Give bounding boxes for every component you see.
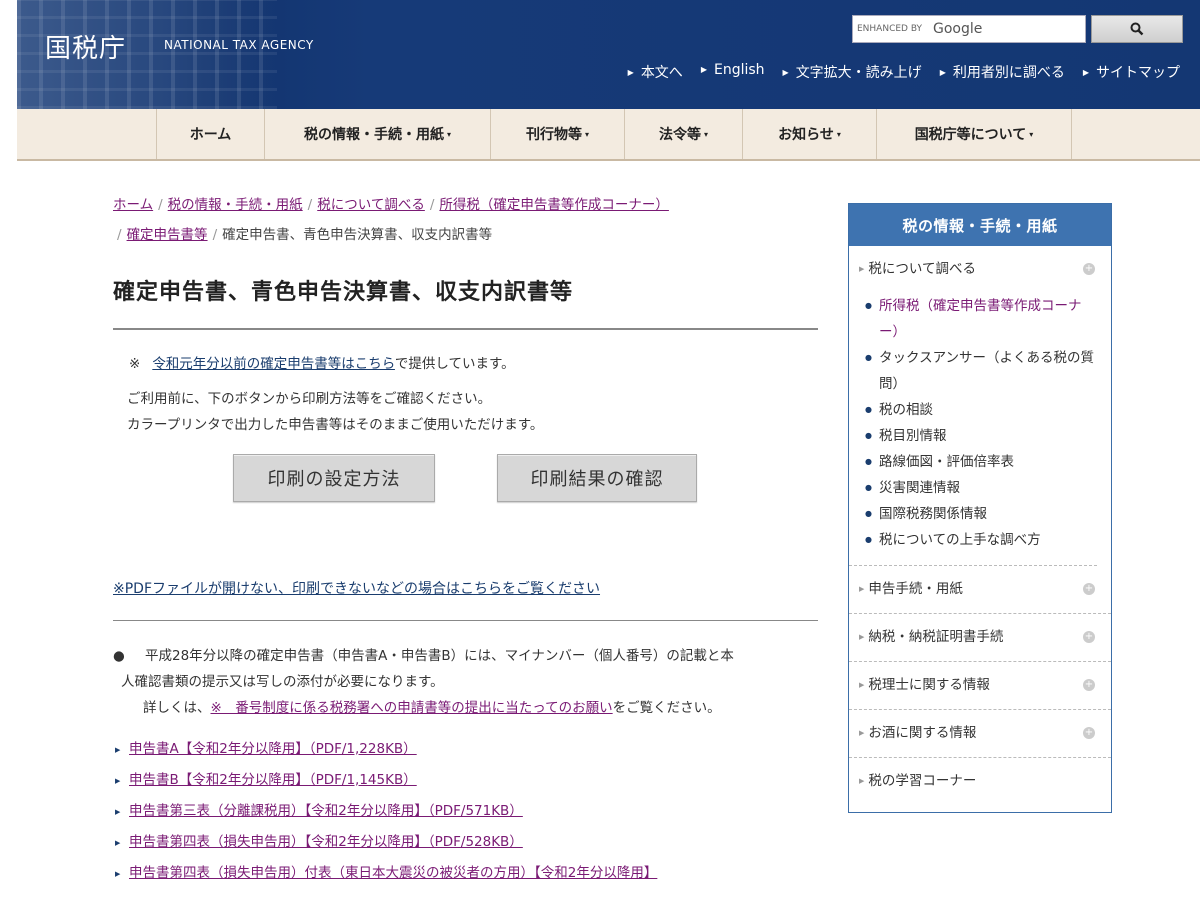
gnav-about[interactable]: 国税庁等について ▾: [877, 109, 1072, 159]
chevron-down-icon: ▾: [703, 129, 708, 139]
expand-icon: +: [1083, 727, 1095, 739]
sidebar-item-disaster[interactable]: 災害関連情報: [865, 475, 1097, 501]
sidebar-item-income-tax[interactable]: 所得税（確定申告書等作成コーナー）: [865, 293, 1097, 345]
usage-line-1: ご利用前に、下のボタンから印刷方法等をご確認ください。: [127, 391, 492, 407]
breadcrumb-separator: /: [429, 197, 435, 213]
sidebar-section-label: 税理士に関する情報: [859, 662, 1097, 709]
usage-note: ご利用前に、下のボタンから印刷方法等をご確認ください。 カラープリンタで出力した…: [127, 386, 818, 438]
util-link-by-user[interactable]: 利用者別に調べる: [940, 62, 1065, 82]
prior-year-note: ※ 令和元年分以前の確定申告書等はこちらで提供しています。: [129, 352, 818, 372]
sidebar-item-rosenka[interactable]: 路線価図・評価倍率表: [865, 449, 1097, 475]
mynumber-link[interactable]: ※ 番号制度に係る税務署への申請書等の提出に当たってのお願い: [211, 700, 613, 716]
global-nav: ホーム 税の情報・手続・用紙 ▾ 刊行物等 ▾ 法令等 ▾ お知らせ ▾ 国税庁等につい…: [17, 109, 1200, 161]
mynumber-line-2: 人確認書類の提示又は写しの添付が必要になります。: [121, 674, 444, 690]
sidebar-section-research[interactable]: 税について調べる +: [849, 246, 1111, 293]
file-link-form-4[interactable]: 申告書第四表（損失申告用）【令和2年分以降用】（PDF/528KB）: [129, 834, 523, 850]
mynumber-prefix: 詳しくは、: [143, 700, 211, 716]
mynumber-line-1: 平成28年分以降の確定申告書（申告書A・申告書B）には、マイナンバー（個人番号）…: [145, 648, 734, 664]
sidebar-section-payment[interactable]: 納税・納税証明書手続 +: [849, 614, 1111, 662]
gnav-tax-info[interactable]: 税の情報・手続・用紙 ▾: [265, 109, 491, 159]
sidebar-section-label: 申告手続・用紙: [859, 566, 1097, 613]
breadcrumb-home[interactable]: ホーム: [113, 197, 153, 213]
list-item: 申告書A【令和2年分以降用】（PDF/1,228KB）: [113, 737, 818, 768]
print-settings-button[interactable]: 印刷の設定方法: [233, 454, 435, 502]
search-brand-label: Google: [933, 21, 983, 37]
chevron-down-icon: ▾: [584, 129, 589, 139]
search-button[interactable]: [1091, 15, 1183, 43]
chevron-down-icon: ▾: [836, 129, 841, 139]
file-link-form-b[interactable]: 申告書B【令和2年分以降用】（PDF/1,145KB）: [129, 772, 417, 788]
site-logo-english: NATIONAL TAX AGENCY: [164, 38, 314, 52]
breadcrumb-separator: /: [117, 227, 122, 243]
chevron-down-icon: ▾: [446, 129, 451, 139]
prior-year-link[interactable]: 令和元年分以前の確定申告書等はこちら: [152, 356, 395, 372]
list-item: 申告書B【令和2年分以降用】（PDF/1,145KB）: [113, 768, 818, 799]
expand-icon: +: [1083, 583, 1095, 595]
sidebar-title: 税の情報・手続・用紙: [849, 204, 1111, 246]
sidebar-section-label: 納税・納税証明書手続: [859, 614, 1097, 661]
file-link-form-3[interactable]: 申告書第三表（分離課税用）【令和2年分以降用】（PDF/571KB）: [129, 803, 523, 819]
breadcrumb-income-tax[interactable]: 所得税（確定申告書等作成コーナー）: [439, 197, 669, 213]
mynumber-line-3: 詳しくは、※ 番号制度に係る税務署への申請書等の提出に当たってのお願いをご覧くだ…: [121, 695, 818, 721]
usage-line-2: カラープリンタで出力した申告書等はそのままご使用いただけます。: [127, 417, 544, 433]
sidebar-section-label: 税の学習コーナー: [859, 758, 1097, 805]
expand-icon: +: [1083, 679, 1095, 691]
breadcrumb-current: 確定申告書、青色申告決算書、収支内訳書等: [222, 227, 493, 243]
sidebar-section-label: お酒に関する情報: [859, 710, 1097, 757]
sidebar-section-learning[interactable]: 税の学習コーナー: [849, 758, 1111, 805]
sidebar-item-consultation[interactable]: 税の相談: [865, 397, 1097, 423]
list-item: 申告書第四表（損失申告用）【令和2年分以降用】（PDF/528KB）: [113, 830, 818, 861]
pdf-help: ※PDFファイルが開けない、印刷できないなどの場合はこちらをご覧ください: [113, 578, 818, 621]
sidebar-sublist: 所得税（確定申告書等作成コーナー） タックスアンサー（よくある税の質問） 税の相…: [849, 293, 1097, 566]
mynumber-suffix: をご覧ください。: [612, 700, 721, 716]
note-mark: ※: [129, 356, 141, 372]
sidebar-item-tax-answer[interactable]: タックスアンサー（よくある税の質問）: [865, 345, 1097, 397]
site-logo[interactable]: 国税庁: [45, 28, 126, 65]
page-title: 確定申告書、青色申告決算書、収支内訳書等: [113, 274, 818, 330]
sidebar-section-accountant[interactable]: 税理士に関する情報 +: [849, 662, 1111, 710]
sidebar-section-filing[interactable]: 申告手続・用紙 +: [849, 566, 1111, 614]
expand-icon: +: [1083, 263, 1095, 275]
util-link-skip[interactable]: 本文へ: [628, 62, 683, 82]
expand-icon: +: [1083, 631, 1095, 643]
breadcrumb-returns[interactable]: 確定申告書等: [127, 227, 208, 243]
search-enhanced-label: ENHANCED BY: [857, 24, 923, 34]
sidebar-item-by-tax[interactable]: 税目別情報: [865, 423, 1097, 449]
breadcrumb-research[interactable]: 税について調べる: [317, 197, 425, 213]
print-check-button[interactable]: 印刷結果の確認: [497, 454, 697, 502]
bullet-dot: ●: [113, 648, 125, 664]
search-input[interactable]: ENHANCED BY Google: [852, 15, 1086, 43]
sidebar: 税の情報・手続・用紙 税について調べる + 所得税（確定申告書等作成コーナー） …: [848, 203, 1112, 813]
sidebar-section-label: 税について調べる: [859, 246, 1097, 293]
util-link-sitemap[interactable]: サイトマップ: [1083, 62, 1180, 82]
util-link-english[interactable]: English: [701, 62, 765, 82]
gnav-publications[interactable]: 刊行物等 ▾: [491, 109, 625, 159]
sidebar-section-liquor[interactable]: お酒に関する情報 +: [849, 710, 1111, 758]
gnav-news[interactable]: お知らせ ▾: [743, 109, 877, 159]
breadcrumb-separator: /: [307, 197, 313, 213]
breadcrumb: ホーム / 税の情報・手続・用紙 / 税について調べる / 所得税（確定申告書等作成コーナー…: [113, 190, 818, 250]
file-list: 申告書A【令和2年分以降用】（PDF/1,228KB） 申告書B【令和2年分以降…: [113, 737, 818, 892]
note-suffix: で提供しています。: [394, 356, 515, 372]
sidebar-item-howto[interactable]: 税についての上手な調べ方: [865, 527, 1097, 553]
sidebar-item-international[interactable]: 国際税務関係情報: [865, 501, 1097, 527]
site-header: 国税庁 NATIONAL TAX AGENCY ENHANCED BY Goog…: [17, 0, 1200, 109]
pdf-help-link[interactable]: ※PDFファイルが開けない、印刷できないなどの場合はこちらをご覧ください: [113, 581, 600, 597]
list-item: 申告書第三表（分離課税用）【令和2年分以降用】（PDF/571KB）: [113, 799, 818, 830]
breadcrumb-separator: /: [158, 197, 163, 213]
file-link-form-4-appendix[interactable]: 申告書第四表（損失申告用）付表（東日本大震災の被災者の方用）【令和2年分以降用】: [129, 865, 657, 881]
gnav-home[interactable]: ホーム: [157, 109, 265, 159]
magnifier-icon: [1130, 22, 1144, 36]
utility-nav: 本文へ English 文字拡大・読み上げ 利用者別に調べる サイトマップ: [628, 62, 1180, 82]
gnav-laws[interactable]: 法令等 ▾: [625, 109, 743, 159]
mynumber-note: ● 平成28年分以降の確定申告書（申告書A・申告書B）には、マイナンバー（個人番…: [113, 643, 818, 721]
file-link-form-a[interactable]: 申告書A【令和2年分以降用】（PDF/1,228KB）: [129, 741, 417, 757]
breadcrumb-separator: /: [212, 227, 218, 243]
util-link-accessibility[interactable]: 文字拡大・読み上げ: [783, 62, 922, 82]
chevron-down-icon: ▾: [1029, 129, 1034, 139]
list-item: 申告書第四表（損失申告用）付表（東日本大震災の被災者の方用）【令和2年分以降用】: [113, 861, 818, 892]
print-button-row: 印刷の設定方法 印刷結果の確認: [233, 454, 818, 502]
breadcrumb-tax-info[interactable]: 税の情報・手続・用紙: [168, 197, 303, 213]
main-content: ホーム / 税の情報・手続・用紙 / 税について調べる / 所得税（確定申告書等作成コーナー…: [113, 190, 818, 892]
